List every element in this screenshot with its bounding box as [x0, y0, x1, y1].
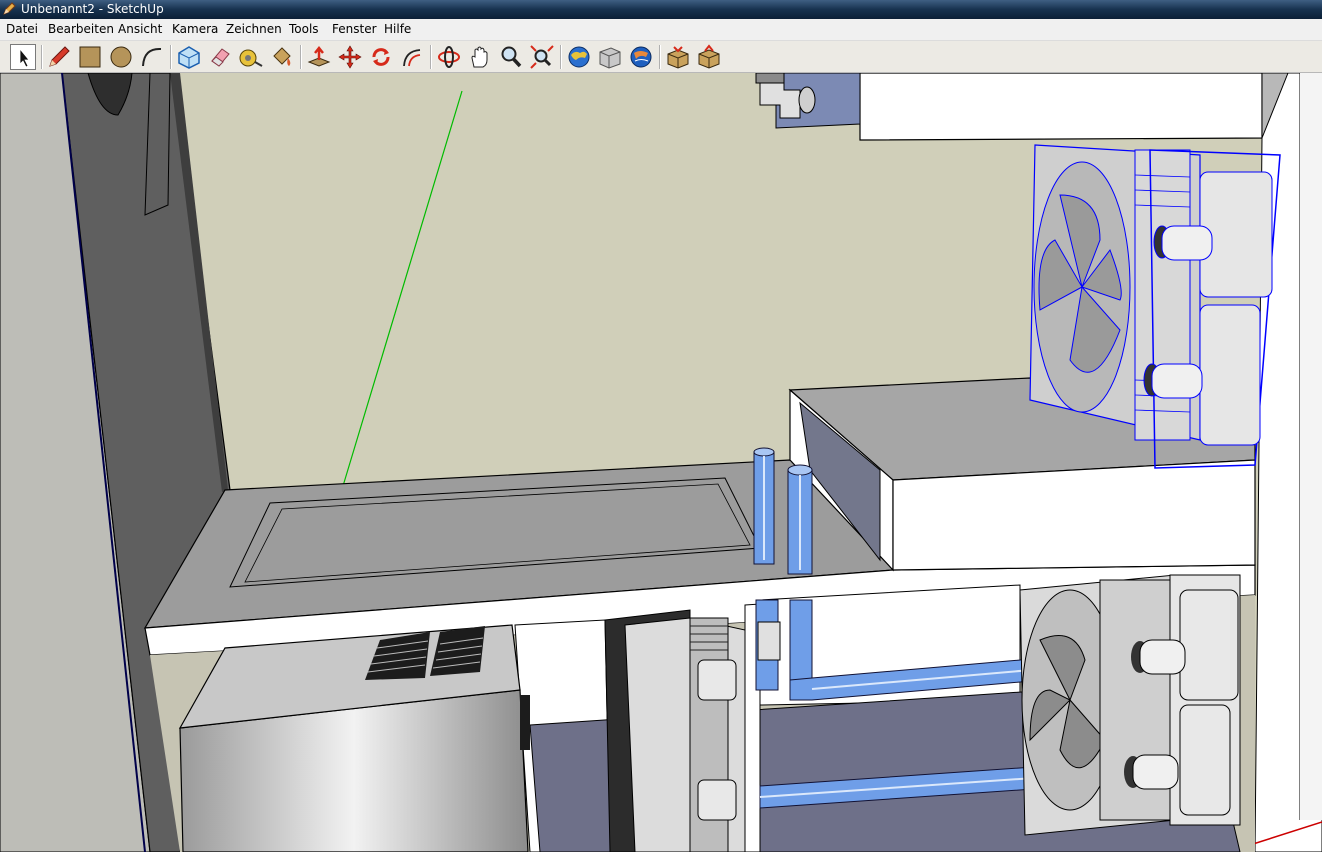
- window-title: Unbenannt2 - SketchUp: [21, 2, 164, 16]
- arc-icon: [142, 47, 162, 67]
- rectangle-tool-button[interactable]: [77, 44, 103, 70]
- zoom-extents-icon: [530, 45, 554, 69]
- menu-hilfe[interactable]: Hilfe: [384, 22, 411, 37]
- make-component-icon: [178, 46, 200, 69]
- lower-radiator-right: [1019, 574, 1241, 836]
- rotate-icon: [372, 48, 390, 66]
- get-models-icon: [568, 46, 590, 68]
- share-component-icon: [698, 44, 720, 69]
- pencil-line-icon: [49, 46, 70, 67]
- menu-ansicht[interactable]: Ansicht: [118, 22, 162, 37]
- eraser-tool-button[interactable]: [207, 44, 233, 70]
- paint-bucket-icon: [273, 47, 291, 66]
- component-warehouse-button[interactable]: [665, 44, 691, 70]
- share-component-button[interactable]: [696, 44, 722, 70]
- model-viewport[interactable]: [0, 73, 1322, 852]
- line-tool-button[interactable]: [46, 44, 72, 70]
- google-earth-icon: [630, 46, 652, 68]
- share-model-button[interactable]: [597, 44, 623, 70]
- menu-tools[interactable]: Tools: [289, 22, 319, 37]
- offset-tool-button[interactable]: [399, 44, 425, 70]
- circle-icon: [110, 46, 132, 68]
- menu-kamera[interactable]: Kamera: [172, 22, 218, 37]
- make-component-button[interactable]: [176, 44, 202, 70]
- main-toolbar: [0, 41, 1322, 73]
- paint-bucket-button[interactable]: [269, 44, 295, 70]
- push-pull-icon: [307, 45, 331, 67]
- arc-tool-button[interactable]: [139, 44, 165, 70]
- lower-radiator-left: [604, 603, 761, 852]
- select-tool-button[interactable]: [10, 44, 36, 70]
- 3d-scene[interactable]: [0, 73, 1322, 852]
- get-models-button[interactable]: [566, 44, 592, 70]
- component-warehouse-icon: [667, 46, 689, 69]
- tape-measure-button[interactable]: [238, 44, 264, 70]
- menu-bar: Datei Bearbeiten Ansicht Kamera Zeichnen…: [0, 19, 1322, 41]
- menu-fenster[interactable]: Fenster: [332, 22, 377, 37]
- menu-datei[interactable]: Datei: [6, 22, 38, 37]
- zoom-icon: [501, 46, 522, 68]
- select-arrow-icon: [19, 47, 30, 68]
- eraser-icon: [211, 48, 230, 67]
- google-earth-button[interactable]: [628, 44, 654, 70]
- pan-hand-icon: [471, 46, 488, 68]
- tape-measure-icon: [239, 49, 263, 67]
- rotate-tool-button[interactable]: [368, 44, 394, 70]
- menu-bearbeiten[interactable]: Bearbeiten: [48, 22, 114, 37]
- orbit-tool-button[interactable]: [436, 44, 462, 70]
- rectangle-icon: [79, 46, 101, 68]
- share-model-icon: [599, 47, 621, 69]
- power-supply-box: [178, 624, 530, 852]
- pan-tool-button[interactable]: [467, 44, 493, 70]
- title-bar: Unbenannt2 - SketchUp: [0, 0, 1322, 19]
- circle-tool-button[interactable]: [108, 44, 134, 70]
- offset-icon: [403, 49, 421, 67]
- zoom-tool-button[interactable]: [498, 44, 524, 70]
- move-tool-button[interactable]: [337, 44, 363, 70]
- push-pull-button[interactable]: [306, 44, 332, 70]
- orbit-icon: [438, 46, 460, 68]
- menu-zeichnen[interactable]: Zeichnen: [226, 22, 282, 37]
- move-icon: [338, 45, 362, 69]
- zoom-extents-button[interactable]: [529, 44, 555, 70]
- sketchup-pencil-icon: [3, 2, 16, 15]
